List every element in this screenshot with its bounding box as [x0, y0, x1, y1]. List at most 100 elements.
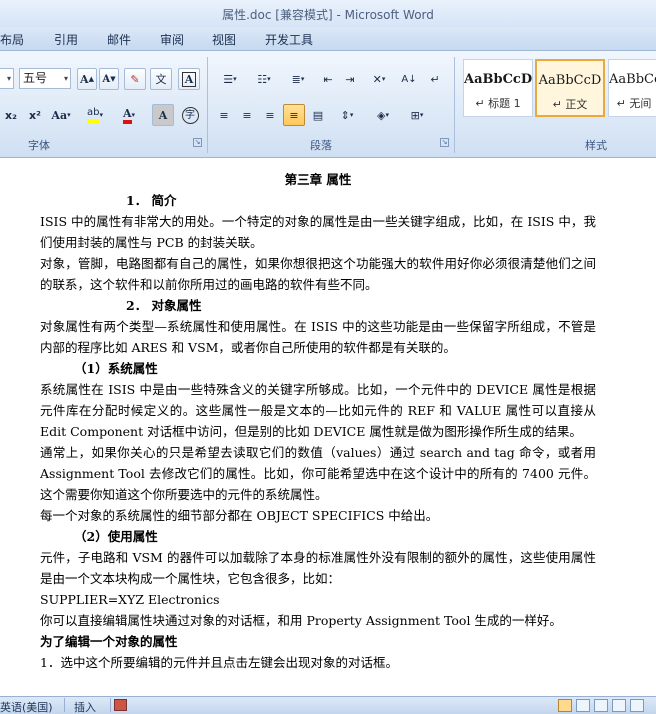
title-bar: 属性.doc [兼容模式] - Microsoft Word [0, 0, 656, 27]
style-sample: AaBbCcD [464, 72, 532, 87]
text-highlight-button[interactable]: ab ▾ [80, 104, 110, 126]
doc-heading: 1． 简介 [126, 193, 177, 208]
multilevel-list-button[interactable]: ≣ ▾ [282, 68, 314, 90]
style-normal[interactable]: AaBbCcD ↵ 正文 [535, 59, 605, 117]
numbering-button[interactable]: ☷ ▾ [248, 68, 280, 90]
doc-heading: （1）系统属性 [74, 361, 158, 376]
styles-group-label: 样式 [585, 139, 607, 152]
draft-view-button[interactable] [630, 699, 644, 712]
numbered-list-icon: ☷ [257, 72, 268, 86]
font-size-combo[interactable]: 五号 ▾ [19, 68, 71, 89]
font-dialog-launcher[interactable]: ↘ [193, 138, 202, 147]
char-shading-icon: A [158, 108, 168, 122]
superscript-button[interactable]: x² [24, 104, 46, 126]
distributed-icon: ▤ [312, 108, 324, 122]
status-separator [64, 698, 65, 712]
paragraph-group-label: 段落 [310, 139, 332, 152]
justify-button[interactable]: ≡ [283, 104, 305, 126]
align-center-button[interactable]: ≡ [237, 104, 257, 126]
grow-font-button[interactable]: A ▲ [77, 68, 97, 90]
tab-view[interactable]: 视图 [212, 31, 236, 48]
bullets-button[interactable]: ☰ ▾ [214, 68, 246, 90]
align-left-button[interactable]: ≡ [214, 104, 234, 126]
align-center-icon: ≡ [242, 108, 252, 122]
doc-heading: 第三章 属性 [284, 172, 352, 187]
document-area[interactable]: 第三章 属性 1． 简介 ISIS 中的属性有非常大的用处。一个特定的对象的属性是由… [0, 159, 656, 696]
shading-button[interactable]: ◈ ▾ [368, 104, 398, 126]
style-name: ↵ 正文 [552, 98, 588, 111]
doc-paragraph: 1．选中这个所要编辑的元件并且点击左键会出现对象的对话框。 [40, 655, 398, 670]
doc-paragraph: 通常上，如果你关心的只是希望去读取它们的数值（values）通过 search … [40, 445, 596, 502]
change-case-icon: Aa [51, 108, 68, 122]
tab-review[interactable]: 审阅 [160, 31, 184, 48]
subscript-button[interactable]: x₂ [0, 104, 22, 126]
sort-button[interactable]: A↓ [398, 68, 420, 90]
show-marks-button[interactable]: ↵ [424, 68, 446, 90]
insert-mode-indicator[interactable]: 插入 [74, 699, 96, 714]
group-separator [454, 57, 455, 153]
group-separator [207, 57, 208, 153]
print-layout-view-button[interactable] [558, 699, 572, 712]
doc-paragraph: SUPPLIER=XYZ Electronics [40, 592, 220, 607]
style-heading-1[interactable]: AaBbCcD ↵ 标题 1 [463, 59, 533, 117]
enclose-char-button[interactable]: 字 [178, 104, 202, 126]
change-case-button[interactable]: Aa ▾ [48, 104, 74, 126]
distributed-button[interactable]: ▤ [308, 104, 328, 126]
phonetic-icon: 文 [155, 73, 167, 86]
grow-font-icon: A [80, 72, 89, 86]
justify-icon: ≡ [289, 108, 299, 122]
style-name: ↵ 无间 [616, 97, 652, 110]
language-indicator[interactable]: 英语(美国) [0, 699, 53, 714]
eraser-icon: ✎ [130, 72, 140, 86]
ribbon-tab-bar: 布局 引用 邮件 审阅 视图 开发工具 [0, 27, 656, 51]
font-name-combo[interactable]: ▾ [0, 68, 14, 89]
tab-layout[interactable]: 布局 [0, 31, 24, 48]
style-name: ↵ 标题 1 [475, 97, 521, 110]
shrink-font-button[interactable]: A ▼ [99, 68, 119, 90]
font-color-button[interactable]: A ▾ [114, 104, 144, 126]
chevron-down-icon: ▾ [63, 74, 68, 83]
doc-paragraph: 对象属性有两个类型—系统属性和使用属性。在 ISIS 中的这些功能是由一些保留字… [40, 319, 596, 355]
shrink-font-icon: A [102, 73, 111, 85]
style-sample: AaBbCc [609, 72, 656, 87]
bullet-list-icon: ☰ [223, 72, 234, 86]
full-screen-reading-button[interactable] [576, 699, 590, 712]
multilevel-list-icon: ≣ [291, 72, 301, 86]
chinese-layout-button[interactable]: ✕ ▾ [364, 68, 394, 90]
font-size-value: 五号 [23, 71, 48, 85]
doc-heading: 2． 对象属性 [126, 298, 202, 313]
status-bar: 英语(美国) 插入 [0, 696, 656, 714]
outline-view-button[interactable] [612, 699, 626, 712]
document-page[interactable]: 第三章 属性 1． 简介 ISIS 中的属性有非常大的用处。一个特定的对象的属性是由… [40, 169, 596, 673]
align-right-button[interactable]: ≡ [260, 104, 280, 126]
web-layout-button[interactable] [594, 699, 608, 712]
paint-bucket-icon: ◈ [377, 108, 386, 122]
ribbon: ▾ 五号 ▾ A ▲ A ▼ ✎ 文 A x₂ x² Aa ▾ ab ▾ A ▾ A 字 字… [0, 51, 656, 158]
doc-paragraph: 对象，管脚，电路图都有自己的属性，如果你想很把这个功能强大的软件用好你必须很清楚… [40, 256, 596, 292]
doc-paragraph: 每一个对象的系统属性的细节部分都在 OBJECT SPECIFICS 中给出。 [40, 508, 439, 523]
char-border-button[interactable]: A [178, 68, 200, 90]
superscript-icon: x² [29, 108, 41, 122]
char-shading-button[interactable]: A [152, 104, 174, 126]
tab-references[interactable]: 引用 [54, 31, 78, 48]
phonetic-guide-button[interactable]: 文 [150, 68, 172, 90]
align-left-icon: ≡ [219, 108, 229, 122]
decrease-indent-button[interactable]: ⇤ [318, 68, 338, 90]
highlighter-icon: ab [87, 107, 100, 123]
borders-button[interactable]: ⊞ ▾ [402, 104, 432, 126]
style-no-spacing[interactable]: AaBbCc ↵ 无间 [608, 59, 656, 117]
clear-format-button[interactable]: ✎ [124, 68, 146, 90]
doc-paragraph: 你可以直接编辑属性块通过对象的对话框，和用 Property Assignmen… [40, 613, 562, 628]
border-icon: ⊞ [410, 108, 420, 122]
macro-record-icon[interactable] [114, 699, 127, 711]
paragraph-dialog-launcher[interactable]: ↘ [440, 138, 449, 147]
increase-indent-button[interactable]: ⇥ [340, 68, 360, 90]
pilcrow-icon: ↵ [430, 72, 440, 86]
line-spacing-button[interactable]: ⇕ ▾ [332, 104, 362, 126]
tab-mailings[interactable]: 邮件 [107, 31, 131, 48]
enclose-char-icon: 字 [181, 106, 199, 124]
tab-developer[interactable]: 开发工具 [265, 31, 313, 48]
doc-heading: 为了编辑一个对象的属性 [40, 634, 178, 649]
doc-paragraph: 系统属性在 ISIS 中是由一些特殊含义的关键字所够成。比如，一个元件中的 DE… [40, 382, 596, 439]
decrease-indent-icon: ⇤ [323, 72, 333, 86]
